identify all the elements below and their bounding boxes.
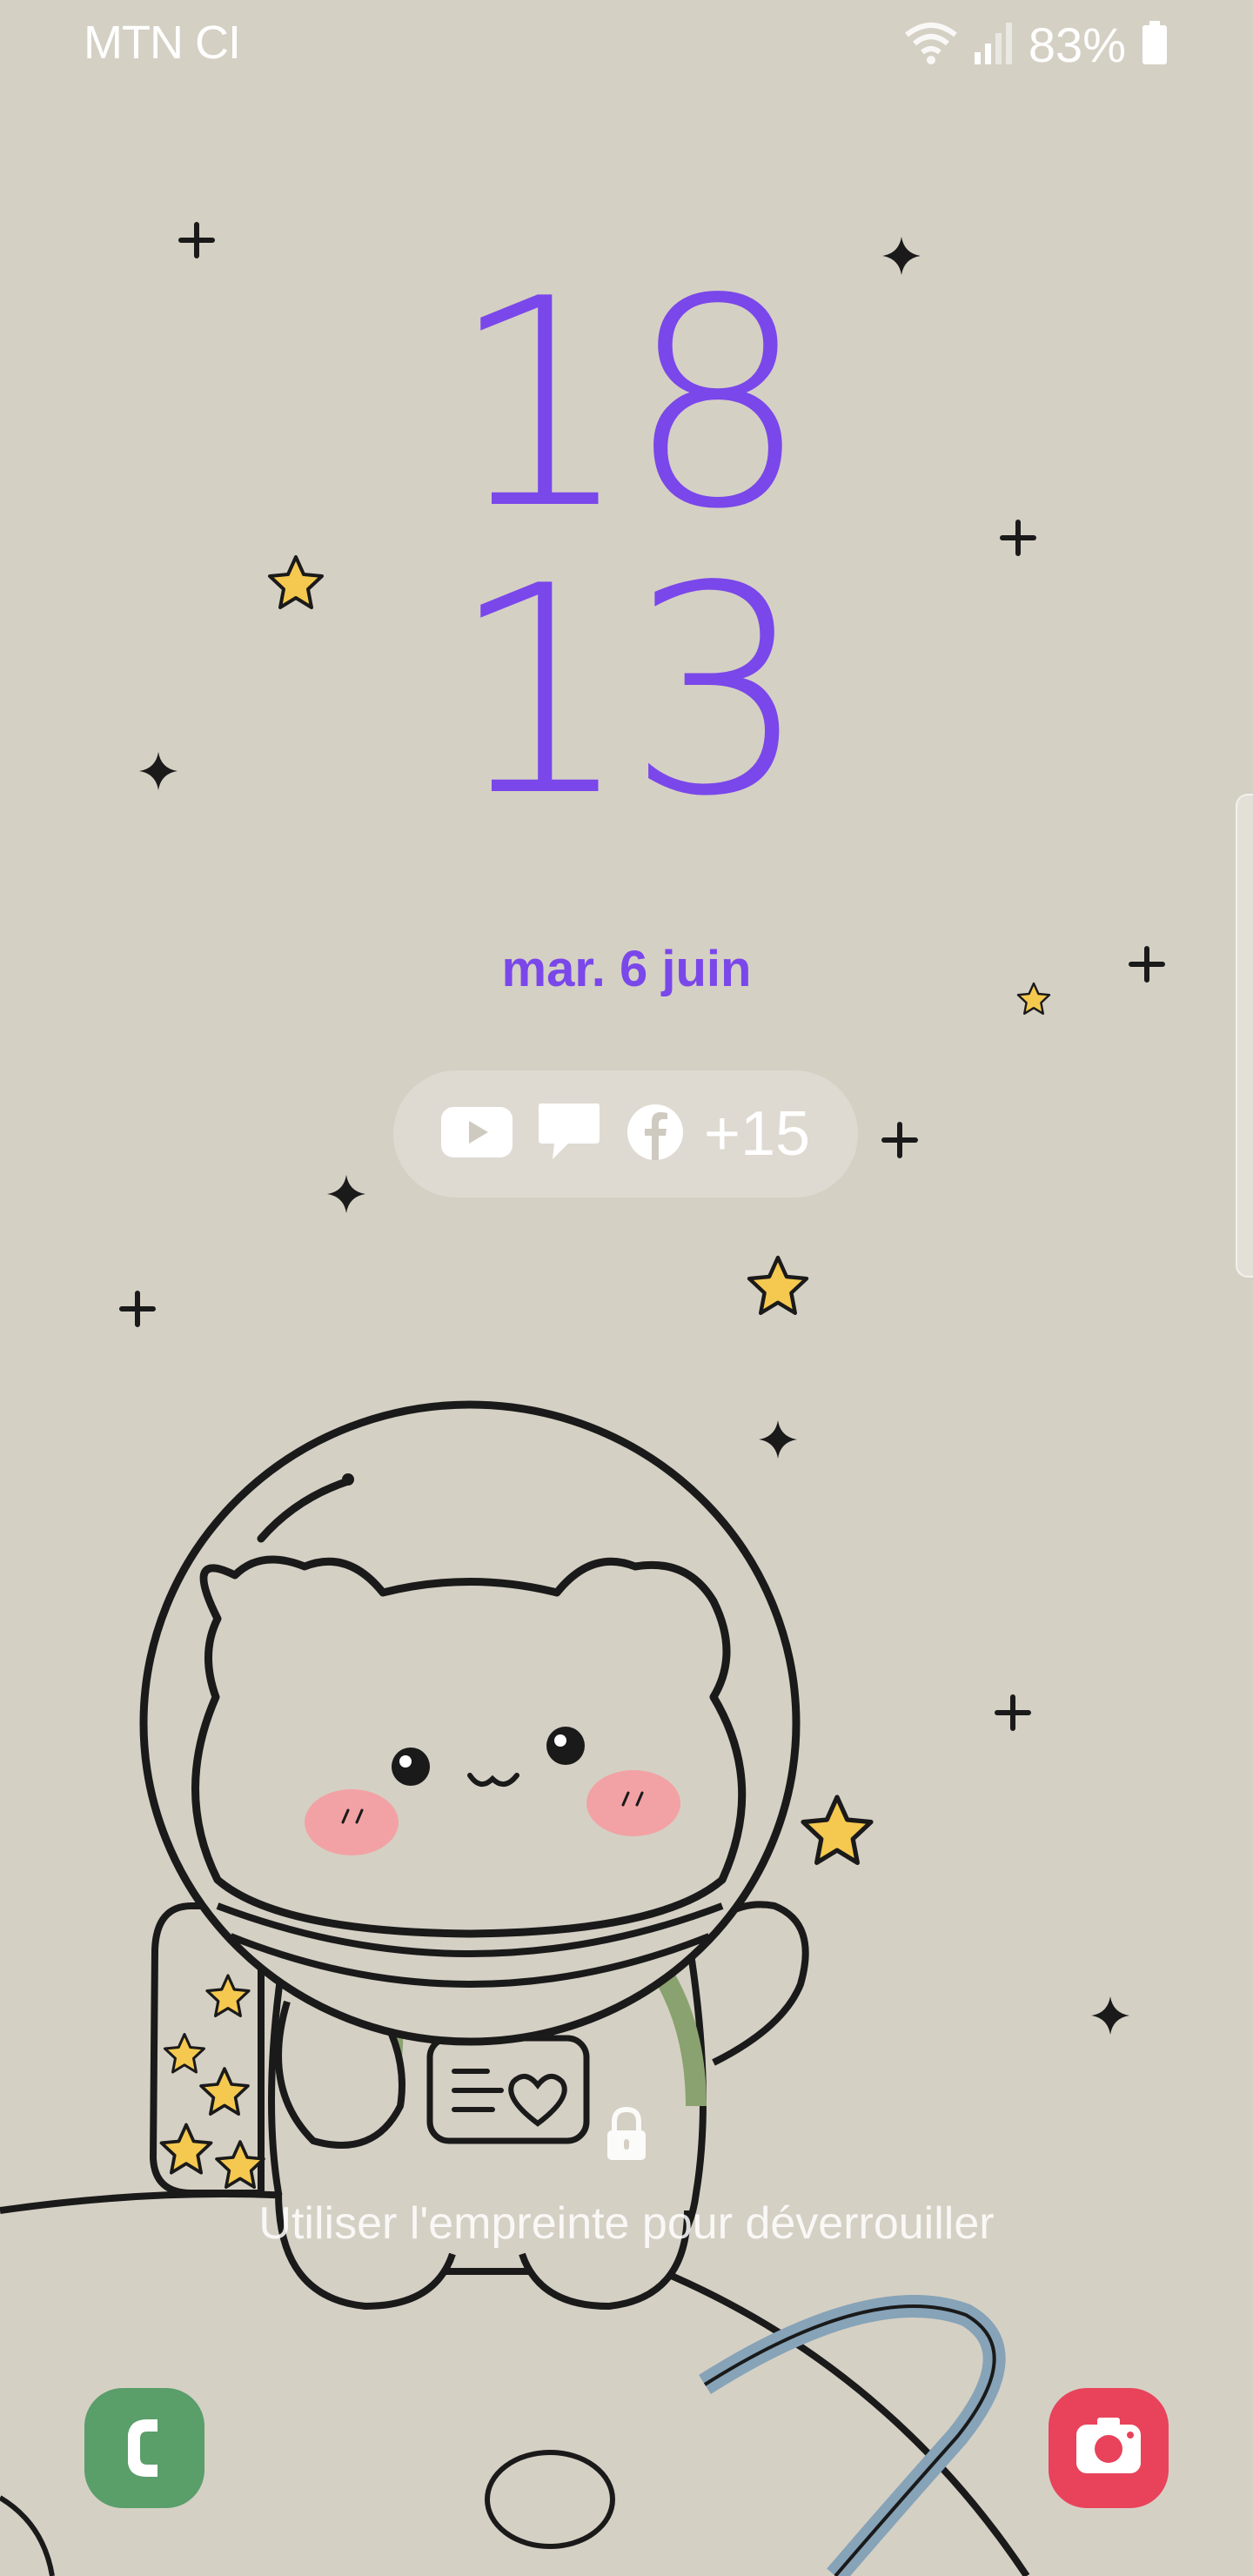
clock-hours: 18: [449, 238, 809, 572]
status-bar: MTN CI 83%: [0, 0, 1253, 87]
camera-shortcut-button[interactable]: [1049, 2388, 1169, 2508]
notification-icons[interactable]: +15: [393, 1070, 858, 1197]
status-icons: 83%: [903, 14, 1169, 75]
youtube-icon: [440, 1106, 513, 1162]
edge-panel-handle[interactable]: [1236, 794, 1253, 1278]
wifi-icon: [903, 19, 959, 70]
battery-percent: 83%: [1028, 17, 1126, 72]
notification-more-count: +15: [703, 1099, 811, 1169]
signal-icon: [973, 19, 1015, 70]
clock-minutes: 13: [449, 525, 809, 859]
unlock-hint: Utiliser l'empreinte pour déverrouiller: [258, 2198, 995, 2249]
lock-icon: [604, 2106, 649, 2162]
message-icon: [537, 1102, 601, 1167]
date-label: mar. 6 juin: [501, 941, 752, 997]
phone-shortcut-button[interactable]: [84, 2388, 204, 2508]
carrier-name: MTN CI: [84, 17, 241, 69]
battery-icon: [1140, 19, 1169, 70]
facebook-icon: [626, 1103, 685, 1166]
